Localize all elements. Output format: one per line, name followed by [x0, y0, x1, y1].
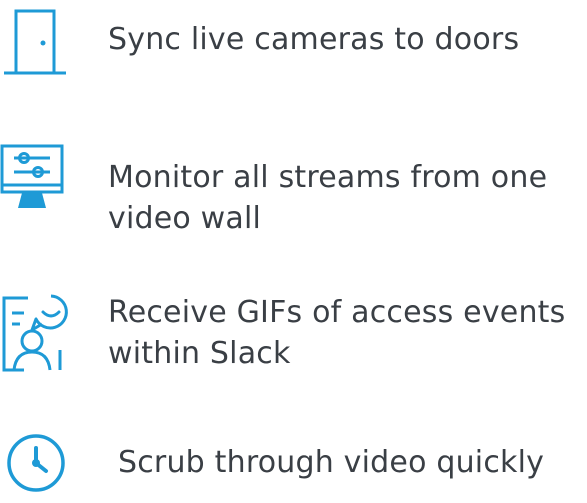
- feature-sync-cameras: Sync live cameras to doors: [0, 0, 587, 80]
- clock-icon: [7, 434, 65, 492]
- feature-text-line: Sync live cameras to doors: [108, 22, 520, 57]
- feature-scrub-video: Scrub through video quickly: [0, 430, 587, 503]
- feature-text-line: Scrub through video quickly: [118, 445, 545, 480]
- feature-receive-gifs: Receive GIFs of access events within Sla…: [0, 290, 587, 400]
- feature-text-line: video wall: [108, 201, 262, 236]
- monitor-sliders-icon: [0, 144, 64, 208]
- feature-text-line: Receive GIFs of access events: [108, 295, 566, 330]
- feature-text-line: Monitor all streams from one: [108, 160, 548, 195]
- chat-user-icon: [2, 294, 68, 372]
- door-icon: [4, 9, 66, 75]
- feature-monitor-streams: Monitor all streams from one video wall: [0, 140, 587, 250]
- feature-text-line: within Slack: [108, 336, 291, 371]
